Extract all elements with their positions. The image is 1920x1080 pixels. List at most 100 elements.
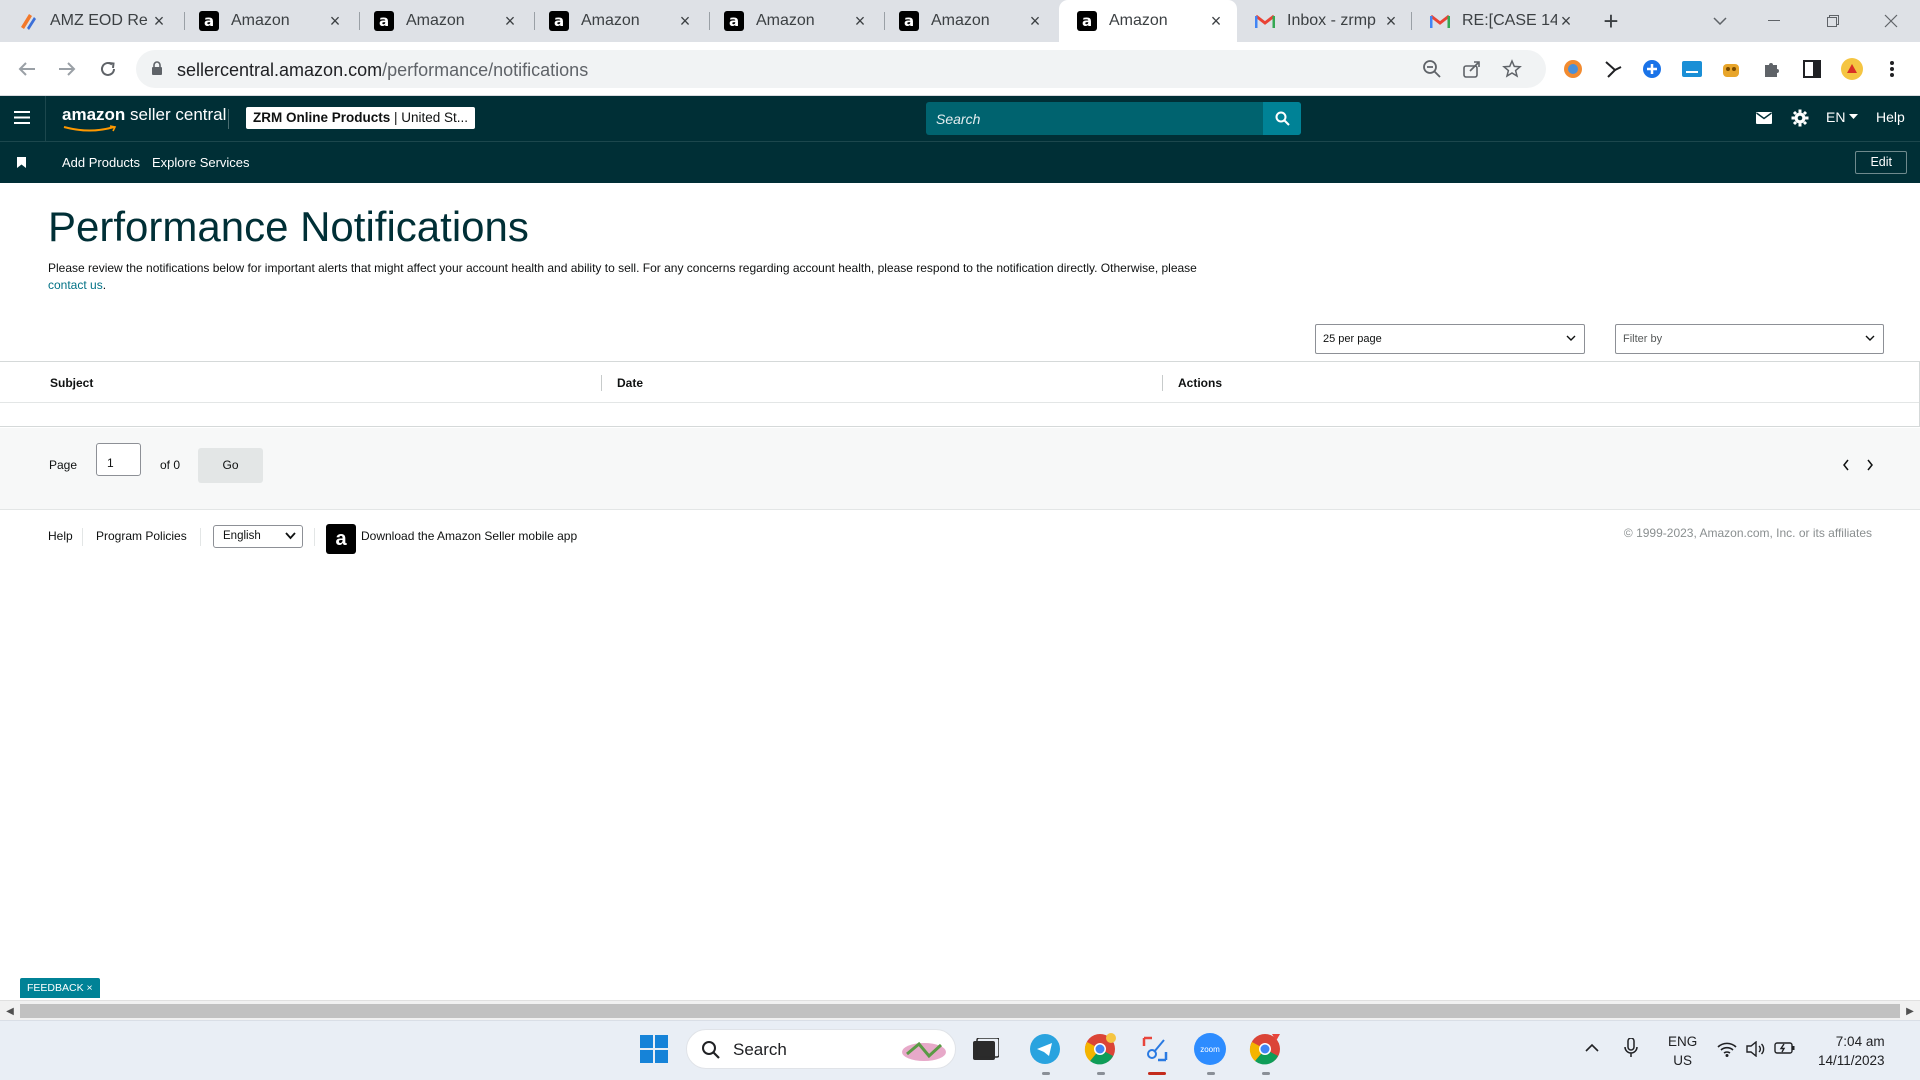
notifications-table: Subject Date Actions xyxy=(0,361,1920,427)
taskbar-search[interactable]: Search xyxy=(686,1029,956,1069)
browser-tab-active[interactable]: a Amazon × xyxy=(1059,0,1237,42)
column-actions[interactable]: Actions xyxy=(1178,376,1222,390)
seller-central-logo[interactable]: amazon seller central xyxy=(62,105,226,132)
running-indicator xyxy=(1042,1072,1050,1075)
chrome-icon[interactable] xyxy=(1247,1031,1283,1067)
input-language: ENG xyxy=(1668,1034,1698,1049)
column-divider xyxy=(601,375,602,391)
browser-tab[interactable]: Inbox - zrmp × xyxy=(1237,0,1412,42)
input-language-indicator[interactable]: ENG US xyxy=(1668,1032,1697,1070)
close-icon[interactable]: × xyxy=(1382,11,1400,31)
forward-arrow-icon[interactable] xyxy=(53,55,81,83)
address-bar[interactable]: sellercentral.amazon.com/performance/not… xyxy=(136,50,1546,88)
footer-divider xyxy=(82,528,83,546)
scrollbar-thumb[interactable] xyxy=(20,1004,1900,1018)
windows-start-icon[interactable] xyxy=(636,1031,672,1067)
hamburger-menu-icon[interactable] xyxy=(14,111,30,124)
edit-button[interactable]: Edit xyxy=(1855,151,1907,174)
column-date[interactable]: Date xyxy=(617,376,643,390)
close-icon[interactable]: × xyxy=(851,11,869,31)
active-indicator xyxy=(1148,1072,1166,1075)
extension-gold-icon[interactable] xyxy=(1719,57,1743,81)
contact-us-link[interactable]: contact us xyxy=(48,278,103,292)
close-icon[interactable]: × xyxy=(676,11,694,31)
help-link[interactable]: Help xyxy=(1876,109,1905,125)
volume-icon[interactable] xyxy=(1746,1041,1766,1057)
show-hidden-icons-icon[interactable] xyxy=(1585,1043,1599,1052)
browser-tab[interactable]: AMZ EOD Re × xyxy=(0,0,180,42)
search-highlight-icon xyxy=(902,1041,946,1061)
system-clock[interactable]: 7:04 am 14/11/2023 xyxy=(1818,1032,1885,1070)
gmail-icon xyxy=(1430,11,1450,31)
bookmarks-bar: Add Products Explore Services Edit xyxy=(0,141,1920,183)
page-number-input[interactable] xyxy=(96,443,141,476)
go-button[interactable]: Go xyxy=(198,448,263,483)
download-app-link[interactable]: Download the Amazon Seller mobile app xyxy=(361,529,577,543)
scroll-left-icon[interactable]: ◀ xyxy=(0,1001,20,1021)
wifi-icon[interactable] xyxy=(1717,1041,1737,1057)
close-icon[interactable]: × xyxy=(1207,11,1225,31)
battery-icon[interactable] xyxy=(1774,1041,1796,1055)
extensions-puzzle-icon[interactable] xyxy=(1760,57,1784,81)
chrome-profile-icon[interactable] xyxy=(1082,1031,1118,1067)
close-icon[interactable]: × xyxy=(326,11,344,31)
program-policies-link[interactable]: Program Policies xyxy=(96,529,187,543)
browser-menu-icon[interactable] xyxy=(1880,57,1904,81)
close-window-button[interactable] xyxy=(1867,0,1915,42)
close-icon[interactable]: × xyxy=(1557,11,1575,31)
add-products-link[interactable]: Add Products xyxy=(62,155,140,170)
column-divider xyxy=(1162,375,1163,391)
reload-icon[interactable] xyxy=(94,55,122,83)
extension-blue-icon[interactable] xyxy=(1640,57,1664,81)
browser-tab[interactable]: a Amazon × xyxy=(356,0,531,42)
minimize-button[interactable] xyxy=(1750,0,1798,42)
microphone-icon[interactable] xyxy=(1624,1038,1638,1058)
restore-button[interactable] xyxy=(1809,0,1857,42)
bookmark-icon[interactable] xyxy=(17,157,26,168)
bookmark-star-icon[interactable] xyxy=(1502,59,1522,79)
telegram-icon[interactable] xyxy=(1027,1031,1063,1067)
footer-help-link[interactable]: Help xyxy=(48,529,73,543)
close-icon[interactable]: × xyxy=(150,11,168,31)
zoom-icon[interactable]: zoom xyxy=(1192,1031,1228,1067)
account-switcher[interactable]: ZRM Online Products | United St... xyxy=(246,107,476,129)
previous-page-icon[interactable] xyxy=(1842,459,1850,471)
url-text[interactable]: sellercentral.amazon.com/performance/not… xyxy=(177,60,588,81)
feedback-tab[interactable]: FEEDBACK × xyxy=(20,978,100,998)
share-icon[interactable] xyxy=(1462,59,1482,79)
horizontal-scrollbar[interactable]: ◀ ▶ xyxy=(0,1000,1920,1020)
close-icon[interactable]: × xyxy=(501,11,519,31)
zoom-out-icon[interactable] xyxy=(1422,59,1442,79)
footer-language-select[interactable]: English xyxy=(213,525,303,548)
profile-avatar-icon[interactable] xyxy=(1840,57,1864,81)
close-icon[interactable]: × xyxy=(87,982,93,994)
next-page-icon[interactable] xyxy=(1866,459,1874,471)
running-indicator xyxy=(1207,1072,1215,1075)
browser-tab[interactable]: a Amazon × xyxy=(181,0,356,42)
extension-orange-icon[interactable] xyxy=(1561,57,1585,81)
settings-gear-icon[interactable] xyxy=(1791,109,1809,127)
side-panel-icon[interactable] xyxy=(1800,57,1824,81)
tab-search-icon[interactable] xyxy=(1696,0,1744,42)
new-tab-button[interactable]: + xyxy=(1587,0,1635,42)
extension-fba-icon[interactable] xyxy=(1680,57,1704,81)
language-selector[interactable]: EN xyxy=(1826,109,1859,125)
mail-icon[interactable] xyxy=(1756,112,1772,124)
filter-select[interactable]: Filter by xyxy=(1615,324,1884,354)
search-button[interactable] xyxy=(1263,102,1301,135)
explore-services-link[interactable]: Explore Services xyxy=(152,155,250,170)
scroll-right-icon[interactable]: ▶ xyxy=(1900,1001,1920,1021)
task-view-icon[interactable] xyxy=(968,1031,1004,1067)
extension-arrow-icon[interactable] xyxy=(1601,57,1625,81)
close-icon[interactable]: × xyxy=(1026,11,1044,31)
browser-tab[interactable]: a Amazon × xyxy=(531,0,706,42)
snipping-tool-icon[interactable] xyxy=(1137,1031,1173,1067)
lock-icon[interactable] xyxy=(151,61,163,76)
browser-tab[interactable]: a Amazon × xyxy=(706,0,881,42)
per-page-select[interactable]: 25 per page xyxy=(1315,324,1585,354)
browser-tab[interactable]: RE:[CASE 142 × xyxy=(1412,0,1587,42)
browser-tab[interactable]: a Amazon × xyxy=(881,0,1056,42)
search-input[interactable] xyxy=(926,102,1262,135)
back-arrow-icon[interactable] xyxy=(13,55,41,83)
column-subject[interactable]: Subject xyxy=(50,376,93,390)
